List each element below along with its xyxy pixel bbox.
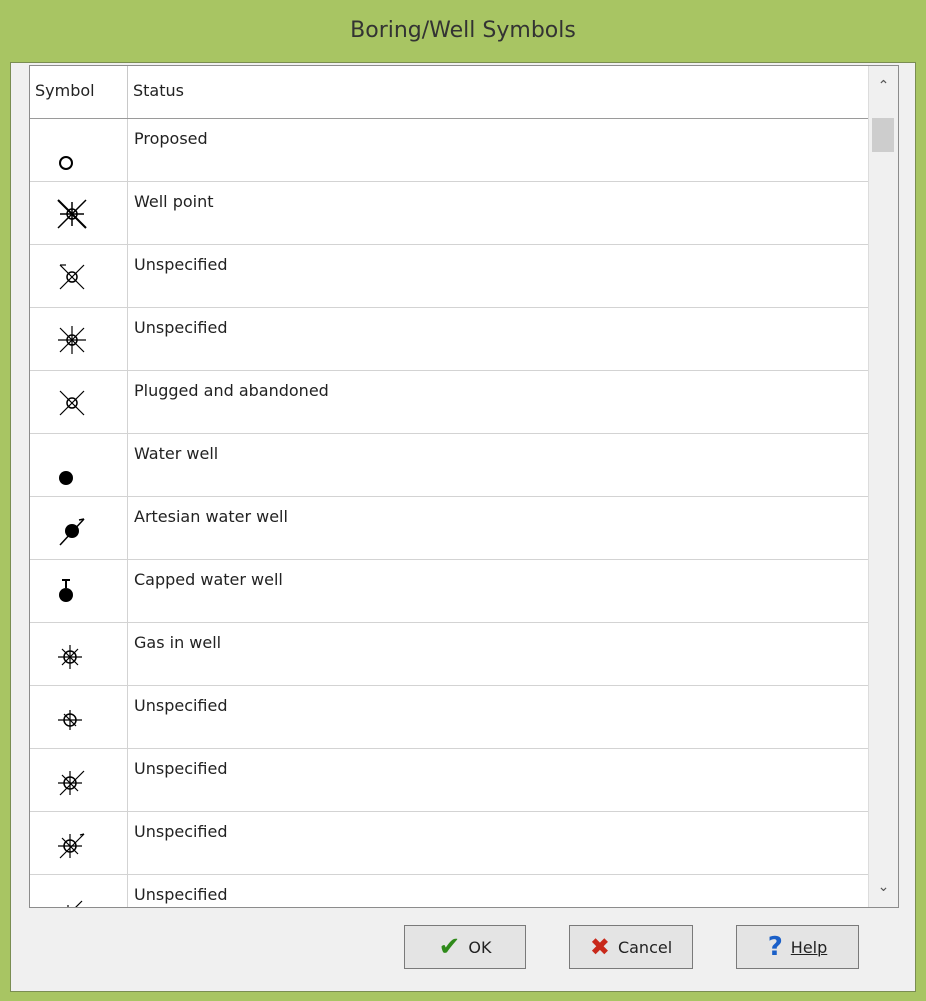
table-row[interactable]: Capped water well: [30, 560, 888, 623]
status-text: Water well: [134, 444, 219, 463]
table-row[interactable]: Unspecified: [30, 812, 888, 875]
column-header-status[interactable]: Status: [128, 66, 888, 118]
help-button[interactable]: ? Help: [736, 925, 859, 969]
close-icon: ✖: [589, 933, 610, 961]
plugged-abandoned-icon: [59, 390, 85, 416]
status-text: Plugged and abandoned: [134, 381, 329, 400]
checkmark-icon: ✔: [438, 932, 461, 962]
table-row[interactable]: Unspecified: [30, 875, 888, 907]
status-text: Artesian water well: [134, 507, 288, 526]
star-circle-icon: [58, 326, 86, 354]
table-row[interactable]: Water well: [30, 434, 888, 497]
ok-button-label: OK: [468, 937, 492, 957]
scroll-down-icon[interactable]: ⌄: [869, 867, 898, 907]
table-row[interactable]: Unspecified: [30, 245, 888, 308]
cancel-button-label: Cancel: [617, 937, 673, 957]
proposed-circle-icon: [59, 156, 73, 170]
well-point-icon: [57, 199, 87, 229]
cancel-button[interactable]: ✖ Cancel: [569, 925, 693, 969]
gas-in-well-icon: [58, 645, 82, 669]
status-text: Capped water well: [134, 570, 283, 589]
title-bar[interactable]: Boring/Well Symbols: [0, 0, 926, 62]
symbol-table: Symbol Status Proposed Well point Unspec…: [29, 65, 899, 908]
table-row[interactable]: Well point: [30, 182, 888, 245]
table-row[interactable]: Unspecified: [30, 749, 888, 812]
crossed-circle-icon: [59, 264, 85, 290]
dialog-client-area: Symbol Status Proposed Well point Unspec…: [10, 62, 916, 992]
table-row[interactable]: Plugged and abandoned: [30, 371, 888, 434]
table-row[interactable]: Unspecified: [30, 686, 888, 749]
table-row[interactable]: Gas in well: [30, 623, 888, 686]
status-text: Unspecified: [134, 696, 228, 715]
water-well-icon: [59, 471, 73, 485]
partial-icon: [67, 900, 83, 907]
table-row[interactable]: Unspecified: [30, 308, 888, 371]
status-text: Proposed: [134, 129, 208, 148]
ok-button[interactable]: ✔ OK: [404, 925, 526, 969]
help-icon: ?: [767, 932, 783, 962]
status-text: Unspecified: [134, 822, 228, 841]
status-text: Unspecified: [134, 255, 228, 274]
window-title: Boring/Well Symbols: [350, 18, 576, 43]
scroll-up-icon[interactable]: ⌃: [869, 66, 898, 106]
dialog-window: Boring/Well Symbols Symbol Status Propos…: [0, 0, 926, 1001]
scroll-thumb[interactable]: [872, 118, 894, 152]
table-body: Proposed Well point Unspecified Unspecif…: [30, 119, 888, 907]
gas-arrow-variant-icon: [58, 833, 85, 859]
capped-water-well-icon: [59, 579, 73, 602]
column-header-symbol[interactable]: Symbol: [30, 66, 128, 118]
table-header: Symbol Status: [30, 66, 898, 119]
status-text: Well point: [134, 192, 214, 211]
artesian-water-well-icon: [59, 518, 85, 546]
status-text: Unspecified: [134, 885, 228, 904]
help-button-label: Help: [790, 937, 828, 957]
status-text: Unspecified: [134, 759, 228, 778]
status-text: Gas in well: [134, 633, 222, 652]
table-row[interactable]: Proposed: [30, 119, 888, 182]
status-text: Unspecified: [134, 318, 228, 337]
table-row[interactable]: Artesian water well: [30, 497, 888, 560]
vertical-scrollbar[interactable]: ⌃ ⌄: [868, 66, 898, 907]
gas-arrow-icon: [58, 770, 85, 796]
gas-variant-icon: [58, 710, 82, 730]
